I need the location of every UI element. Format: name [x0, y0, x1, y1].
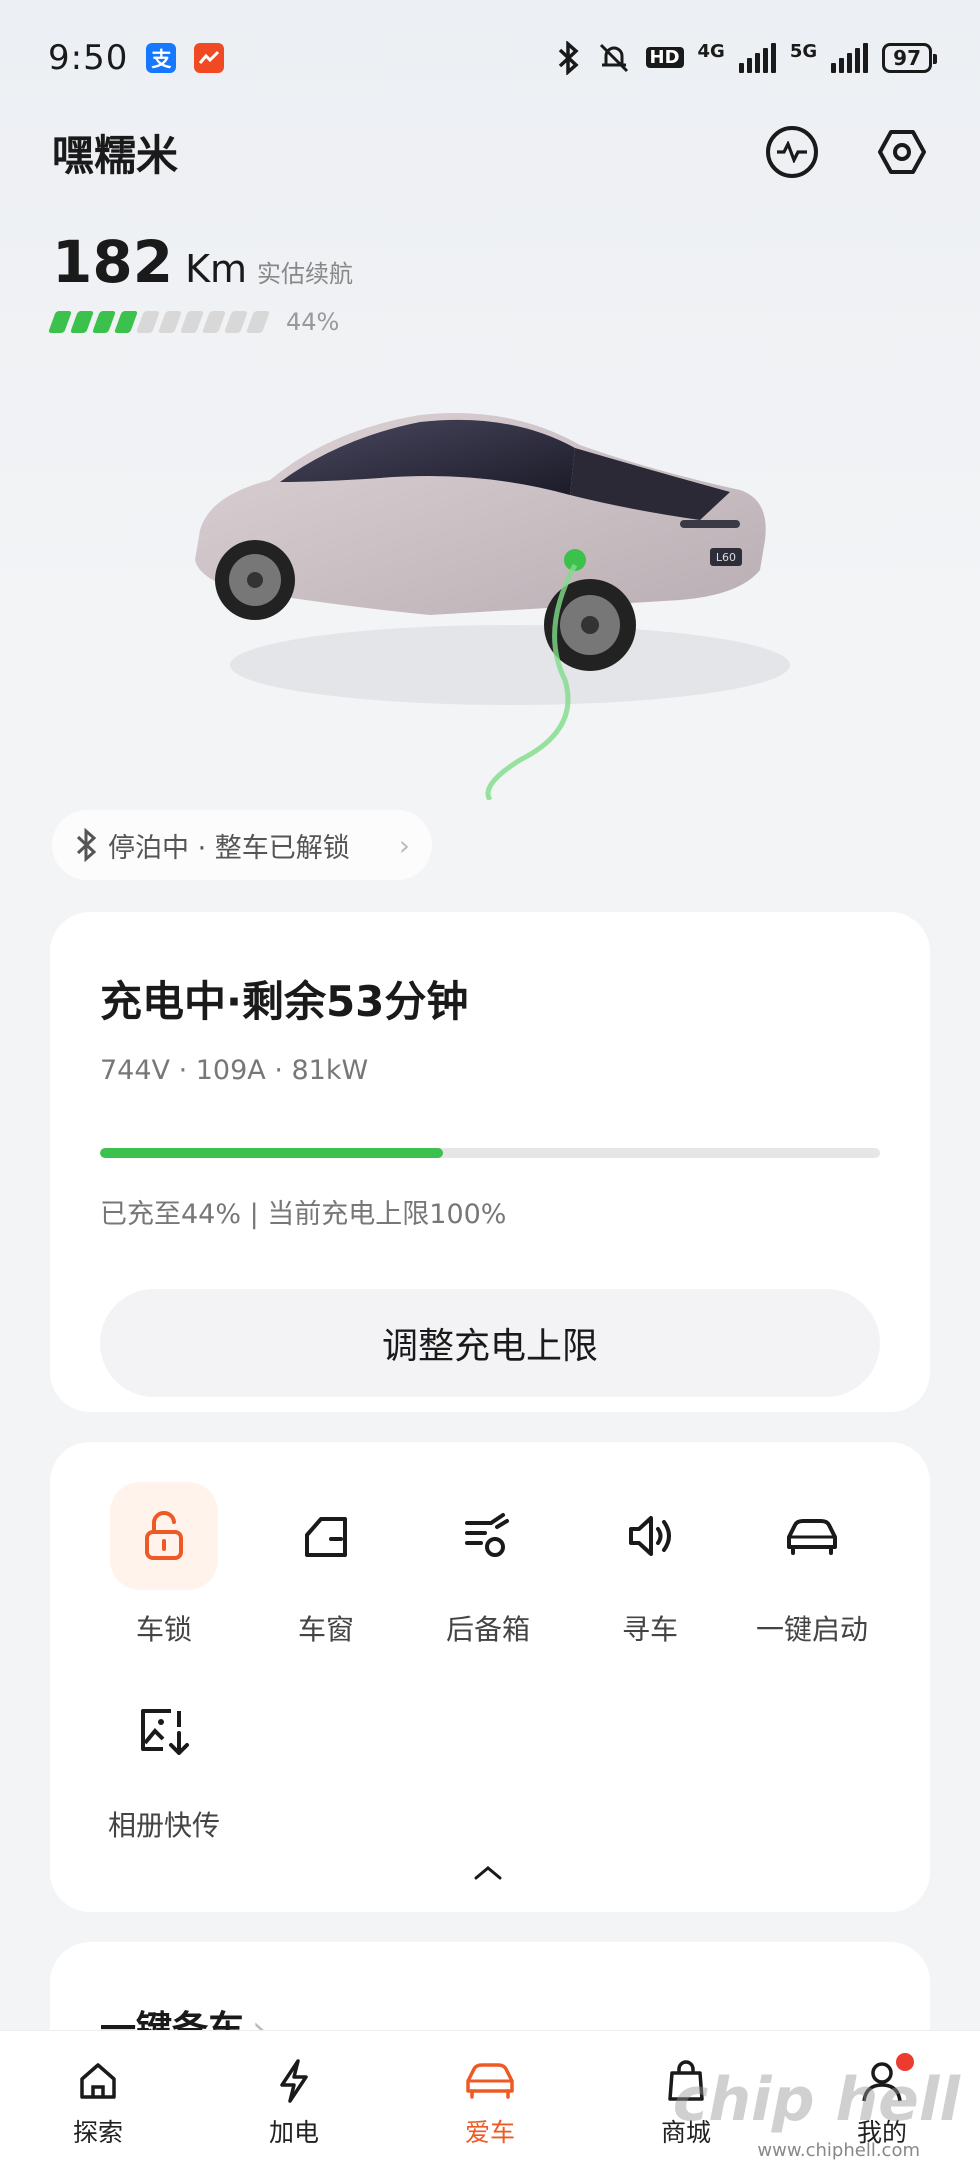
park-status-pill[interactable]: 停泊中 · 整车已解锁 ›: [52, 810, 432, 880]
signal-4g-icon: [738, 42, 776, 73]
battery-segment: [47, 311, 73, 333]
watermark-logo: chip hell: [672, 2065, 960, 2135]
control-label: 一键启动: [755, 1613, 868, 1646]
charging-limit-info: 已充至44% | 当前充电上限100%: [100, 1199, 507, 1230]
battery-segment: [157, 311, 183, 333]
photo-transfer-icon: [110, 1678, 218, 1786]
mute-bell-icon: [599, 43, 628, 72]
battery-segment: [113, 311, 139, 333]
battery-segment: [69, 311, 95, 333]
car-icon: [466, 2063, 514, 2099]
control-photo-transfer[interactable]: 相册快传: [84, 1678, 244, 1844]
range-label: 实估续航: [257, 260, 354, 288]
control-trunk[interactable]: 后备箱: [408, 1482, 568, 1648]
battery-segment: [223, 311, 249, 333]
watermark-url: www.chiphell.com: [757, 2140, 920, 2161]
control-find-car[interactable]: 寻车: [570, 1482, 730, 1648]
control-label: 车锁: [135, 1613, 192, 1646]
charging-title: 充电中·剩余53分钟: [100, 977, 469, 1026]
adjust-charge-limit-button[interactable]: 调整充电上限: [100, 1289, 880, 1397]
car-illustration: L60: [195, 413, 790, 800]
battery-segment: [91, 311, 117, 333]
car-name[interactable]: 嘿糯米: [52, 122, 178, 183]
signal-5g-icon: [831, 42, 869, 73]
battery-percent: 44%: [286, 308, 340, 336]
chevron-up-icon[interactable]: [470, 1862, 506, 1888]
battery-segment: [245, 311, 271, 333]
battery-segment: [179, 311, 205, 333]
battery-segment: [201, 311, 227, 333]
diagnostics-pulse-icon[interactable]: [766, 126, 818, 178]
charging-progress-fill: [100, 1148, 444, 1158]
trunk-icon: [434, 1482, 542, 1590]
chevron-right-icon: ›: [398, 828, 410, 862]
battery-level-bar: 44%: [47, 308, 340, 336]
car-start-icon: [758, 1482, 866, 1590]
tab-label: 探索: [72, 2118, 123, 2147]
control-label: 相册快传: [107, 1809, 220, 1842]
charging-progress-bar: [100, 1148, 880, 1158]
unlock-icon: [110, 1482, 218, 1590]
car-model-badge: L60: [716, 551, 736, 564]
status-indicators: HD 4G 5G 97: [556, 40, 937, 75]
control-window[interactable]: 车窗: [246, 1482, 406, 1648]
range-value: 182: [52, 228, 174, 296]
control-remote-start[interactable]: 一键启动: [732, 1482, 892, 1648]
speaker-icon: [596, 1482, 704, 1590]
stocks-app-icon: [194, 42, 225, 73]
hd-voice-badge: HD: [645, 47, 684, 68]
charging-card: 充电中·剩余53分钟 744V · 109A · 81kW 已充至44% | 当…: [50, 912, 930, 1412]
home-icon: [80, 2063, 116, 2099]
settings-hexagon-icon[interactable]: [876, 126, 928, 178]
control-label: 车窗: [297, 1613, 354, 1646]
bluetooth-icon: [76, 828, 97, 862]
window-icon: [272, 1482, 380, 1590]
park-status-text: 停泊中 · 整车已解锁: [108, 832, 350, 864]
network-4g-label: 4G: [697, 40, 725, 62]
control-label: 后备箱: [445, 1613, 530, 1646]
range-display: 182 Km 实估续航: [52, 228, 353, 296]
charging-stats: 744V · 109A · 81kW: [100, 1055, 369, 1086]
tab-label: 加电: [268, 2118, 319, 2147]
battery-segment: [135, 311, 161, 333]
control-label: 寻车: [621, 1613, 678, 1646]
quick-controls-card: 车锁 车窗 后备箱 寻车 一键启动 相册快传: [50, 1442, 930, 1912]
battery-indicator: 97: [882, 42, 937, 73]
alipay-icon: 支: [146, 42, 177, 73]
network-5g-label: 5G: [789, 40, 818, 62]
range-unit: Km: [185, 247, 248, 291]
header: 嘿糯米: [52, 122, 928, 182]
status-time: 9:50: [48, 37, 129, 78]
tab-charge[interactable]: 加电: [196, 2031, 392, 2177]
control-lock[interactable]: 车锁: [84, 1482, 244, 1648]
tab-my-car[interactable]: 爱车: [392, 2031, 588, 2177]
tab-explore[interactable]: 探索: [0, 2031, 196, 2177]
status-bar: 9:50 支 HD 4G 5G 97: [0, 0, 980, 115]
bolt-icon: [280, 2059, 308, 2103]
tab-label: 爱车: [464, 2118, 515, 2147]
bluetooth-icon: [558, 40, 579, 75]
